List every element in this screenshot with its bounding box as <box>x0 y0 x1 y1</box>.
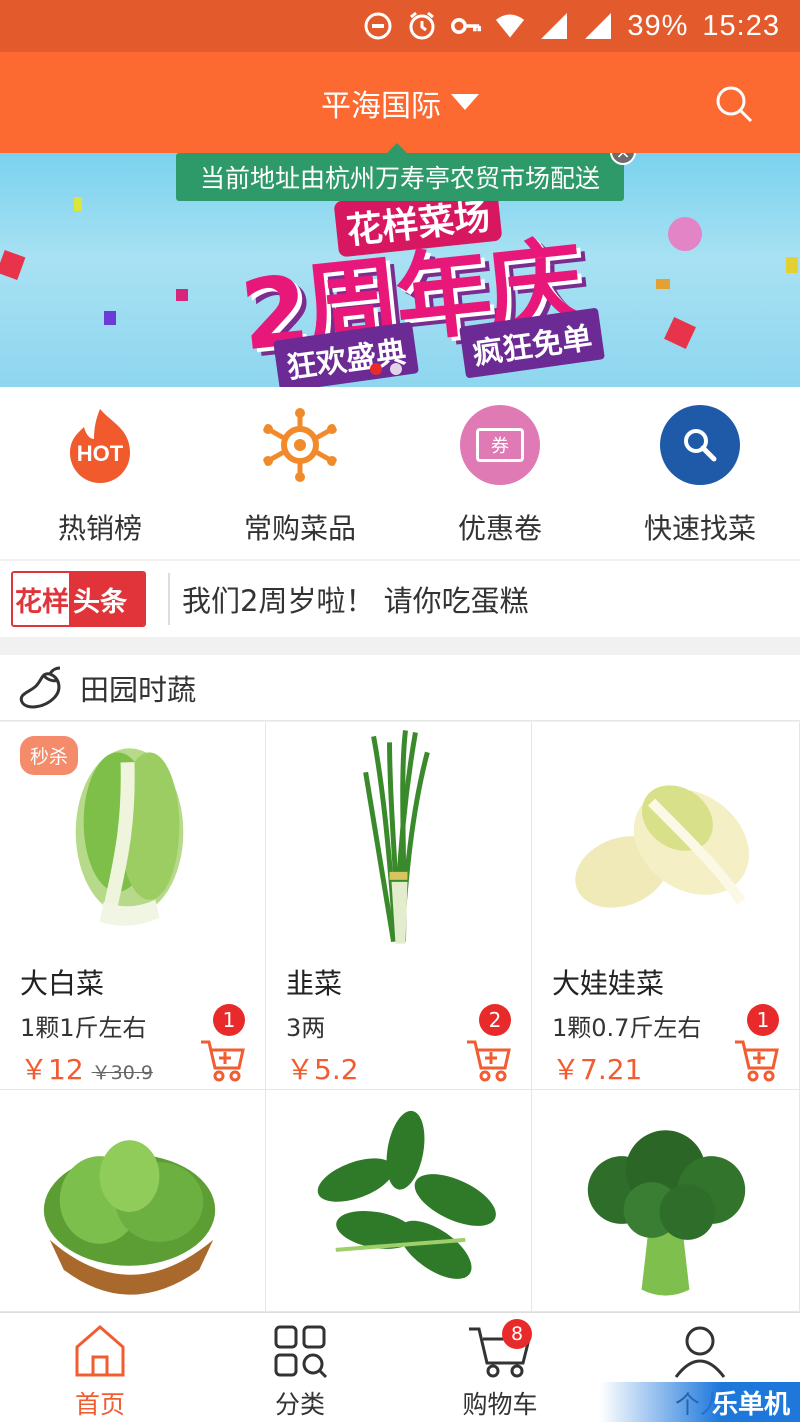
divider <box>168 573 170 625</box>
news-ticker[interactable]: 花样 头条 我们2周岁啦！ 请你吃蛋糕 <box>0 561 800 637</box>
hot-icon: HOT <box>70 409 130 483</box>
tooltip-arrow <box>387 143 407 153</box>
search-icon <box>660 405 740 485</box>
spinach-image <box>317 1110 496 1279</box>
location-selector[interactable]: 平海国际 <box>321 81 479 125</box>
caret-down-icon <box>451 93 479 110</box>
lettuce-basket-image <box>43 1140 216 1295</box>
carousel-dot <box>390 363 402 375</box>
vpn-key-icon <box>451 11 482 41</box>
product-spec: 1颗0.7斤左右 <box>552 1014 702 1042</box>
app-header: 平海国际 <box>0 52 800 153</box>
watermark: 乐单机 <box>600 1382 800 1422</box>
cart-count-badge: 2 <box>479 1004 511 1036</box>
cart-count-badge: 1 <box>747 1004 779 1036</box>
product-card[interactable] <box>266 1090 532 1312</box>
quick-nav-find[interactable]: 快速找菜 <box>600 387 800 559</box>
add-to-cart-icon[interactable] <box>465 1038 511 1082</box>
wifi-icon <box>495 11 525 41</box>
news-badge: 花样 头条 <box>11 571 146 627</box>
quick-nav-hot[interactable]: HOT 热销榜 <box>0 387 200 559</box>
product-price: ￥7.21 <box>552 1053 643 1086</box>
bottom-nav: 首页 分类 8 购物车 个人 乐单机 <box>0 1312 800 1422</box>
product-spec: 3两 <box>286 1014 326 1042</box>
delivery-tooltip: 当前地址由杭州万寿亭农贸市场配送 <box>176 153 624 201</box>
quick-nav-frequent-label: 常购菜品 <box>243 512 356 545</box>
clock: 15:23 <box>702 9 780 42</box>
price-value: ￥12 <box>20 1053 84 1086</box>
product-card[interactable] <box>0 1090 266 1312</box>
quick-nav: HOT 热销榜 常购菜品 券 优惠卷 快速找菜 <box>0 387 800 559</box>
alarm-icon <box>407 11 437 41</box>
sheriff-star-icon <box>263 408 337 482</box>
signal-2-icon <box>583 11 613 41</box>
user-icon <box>674 1326 726 1378</box>
search-icon[interactable] <box>714 84 754 124</box>
section-header: 田园时蔬 <box>0 655 800 721</box>
eggplant-icon <box>19 666 61 708</box>
quick-nav-coupon[interactable]: 券 优惠卷 <box>400 387 600 559</box>
dnd-icon <box>363 11 393 41</box>
battery-level: 39% <box>627 9 689 42</box>
location-label: 平海国际 <box>321 88 441 124</box>
coupon-icon: 券 <box>460 405 540 485</box>
signal-icon <box>539 11 569 41</box>
news-headline[interactable]: 我们2周岁啦！ 请你吃蛋糕 <box>182 578 529 620</box>
product-spec: 1颗1斤左右 <box>20 1014 147 1042</box>
quick-nav-find-label: 快速找菜 <box>643 512 756 545</box>
product-price: ￥5.2 <box>286 1053 359 1086</box>
quick-nav-hot-label: 热销榜 <box>57 512 142 545</box>
svg-text:HOT: HOT <box>77 441 124 466</box>
status-bar: 39% 15:23 <box>0 0 800 52</box>
broccoli-image <box>587 1130 746 1296</box>
tab-cart[interactable]: 8 购物车 <box>400 1313 600 1422</box>
chives-image <box>363 730 430 944</box>
quick-nav-frequent[interactable]: 常购菜品 <box>200 387 400 559</box>
home-icon <box>75 1325 125 1377</box>
close-icon: × <box>615 153 630 163</box>
product-price: ￥12 ￥30.9 <box>20 1048 153 1088</box>
tab-cart-label: 购物车 <box>462 1390 538 1419</box>
original-price: ￥30.9 <box>91 1062 153 1084</box>
add-to-cart-icon[interactable] <box>199 1038 245 1082</box>
delivery-tooltip-text: 当前地址由杭州万寿亭农贸市场配送 <box>199 164 600 193</box>
category-icon <box>274 1325 328 1379</box>
product-name: 大白菜 <box>20 967 105 1000</box>
product-card[interactable]: 秒杀 大白菜 1颗1斤左右 ￥12 ￥30.9 1 <box>0 722 266 1090</box>
promo-banner[interactable]: 花样菜场 2周年庆 狂欢盛典 疯狂免单 当前地址由杭州万寿亭农贸市场配送 × <box>0 153 800 387</box>
add-to-cart-icon[interactable] <box>733 1038 779 1082</box>
tab-category-label: 分类 <box>274 1390 325 1419</box>
cart-total-badge: 8 <box>502 1319 532 1349</box>
product-grid: 秒杀 大白菜 1颗1斤左右 ￥12 ￥30.9 1 韭菜 3两 ￥5.2 2 大… <box>0 722 800 1312</box>
product-card[interactable]: 大娃娃菜 1颗0.7斤左右 ￥7.21 1 <box>532 722 800 1090</box>
product-card[interactable]: 韭菜 3两 ￥5.2 2 <box>266 722 532 1090</box>
tab-home-label: 首页 <box>74 1390 125 1419</box>
tab-home[interactable]: 首页 <box>0 1313 200 1422</box>
cart-count-badge: 1 <box>213 1004 245 1036</box>
section-title: 田园时蔬 <box>80 672 197 707</box>
flash-sale-tag: 秒杀 <box>20 736 79 775</box>
product-name: 韭菜 <box>286 967 343 1000</box>
baby-cabbage-image <box>575 785 749 908</box>
product-name: 大娃娃菜 <box>552 967 665 1000</box>
news-badge-left: 花样 <box>13 573 69 625</box>
product-card[interactable] <box>532 1090 800 1312</box>
carousel-dot-active <box>370 363 382 375</box>
tab-category[interactable]: 分类 <box>200 1313 400 1422</box>
quick-nav-coupon-label: 优惠卷 <box>457 512 542 545</box>
news-badge-right: 头条 <box>69 573 144 625</box>
